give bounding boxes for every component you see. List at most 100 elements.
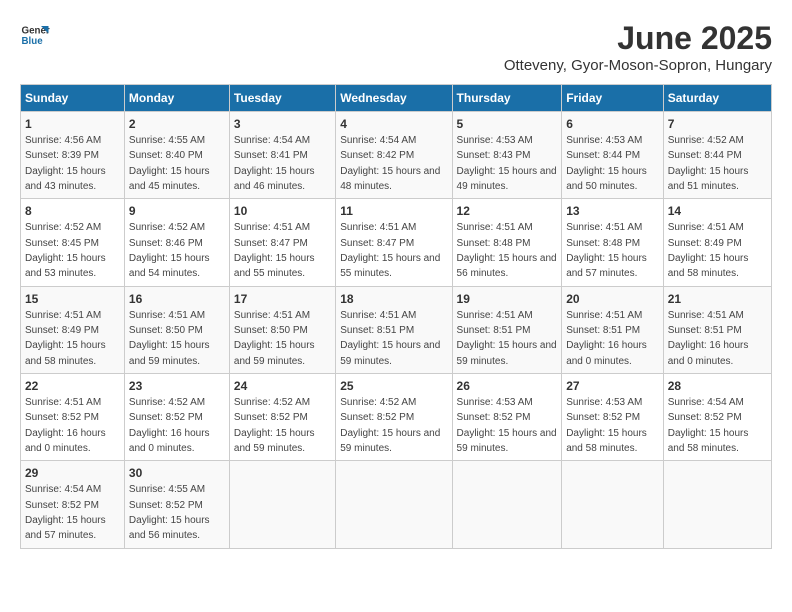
header-row: SundayMondayTuesdayWednesdayThursdayFrid… bbox=[21, 85, 772, 112]
cell-info: Sunrise: 4:53 AMSunset: 8:44 PMDaylight:… bbox=[566, 135, 647, 192]
calendar-cell: 29 Sunrise: 4:54 AMSunset: 8:52 PMDayligh… bbox=[21, 461, 125, 548]
calendar-cell: 8Sunrise: 4:52 AMSunset: 8:45 PMDaylight… bbox=[21, 199, 125, 286]
day-number: 30 bbox=[129, 465, 225, 482]
calendar-cell: 26 Sunrise: 4:53 AMSunset: 8:52 PMDayligh… bbox=[452, 374, 562, 461]
col-header-sunday: Sunday bbox=[21, 85, 125, 112]
week-row-2: 8Sunrise: 4:52 AMSunset: 8:45 PMDaylight… bbox=[21, 199, 772, 286]
day-number: 28 bbox=[668, 378, 767, 395]
day-number: 11 bbox=[340, 203, 447, 220]
cell-info: Sunrise: 4:52 AMSunset: 8:46 PMDaylight:… bbox=[129, 222, 210, 279]
calendar-cell: 17 Sunrise: 4:51 AMSunset: 8:50 PMDayligh… bbox=[229, 286, 335, 373]
calendar-cell: 22 Sunrise: 4:51 AMSunset: 8:52 PMDayligh… bbox=[21, 374, 125, 461]
col-header-monday: Monday bbox=[124, 85, 229, 112]
day-number: 9 bbox=[129, 203, 225, 220]
cell-info: Sunrise: 4:56 AMSunset: 8:39 PMDaylight:… bbox=[25, 135, 106, 192]
calendar-cell: 2 Sunrise: 4:55 AMSunset: 8:40 PMDaylight… bbox=[124, 112, 229, 199]
calendar-cell: 16 Sunrise: 4:51 AMSunset: 8:50 PMDayligh… bbox=[124, 286, 229, 373]
day-number: 13 bbox=[566, 203, 659, 220]
calendar-cell: 10Sunrise: 4:51 AMSunset: 8:47 PMDayligh… bbox=[229, 199, 335, 286]
day-number: 19 bbox=[457, 291, 558, 308]
calendar-cell: 25 Sunrise: 4:52 AMSunset: 8:52 PMDayligh… bbox=[336, 374, 452, 461]
week-row-1: 1Sunrise: 4:56 AMSunset: 8:39 PMDaylight… bbox=[21, 112, 772, 199]
cell-info: Sunrise: 4:51 AMSunset: 8:48 PMDaylight:… bbox=[457, 222, 557, 279]
cell-info: Sunrise: 4:52 AMSunset: 8:52 PMDaylight:… bbox=[340, 397, 440, 454]
calendar-cell bbox=[229, 461, 335, 548]
cell-info: Sunrise: 4:51 AMSunset: 8:48 PMDaylight:… bbox=[566, 222, 647, 279]
day-number: 6 bbox=[566, 116, 659, 133]
calendar-cell: 9 Sunrise: 4:52 AMSunset: 8:46 PMDaylight… bbox=[124, 199, 229, 286]
day-number: 15 bbox=[25, 291, 120, 308]
day-number: 26 bbox=[457, 378, 558, 395]
cell-info: Sunrise: 4:52 AMSunset: 8:44 PMDaylight:… bbox=[668, 135, 749, 192]
cell-info: Sunrise: 4:55 AMSunset: 8:40 PMDaylight:… bbox=[129, 135, 210, 192]
cell-info: Sunrise: 4:52 AMSunset: 8:45 PMDaylight:… bbox=[25, 222, 106, 279]
calendar-cell bbox=[562, 461, 664, 548]
day-number: 5 bbox=[457, 116, 558, 133]
cell-info: Sunrise: 4:54 AMSunset: 8:42 PMDaylight:… bbox=[340, 135, 440, 192]
day-number: 18 bbox=[340, 291, 447, 308]
week-row-3: 15Sunrise: 4:51 AMSunset: 8:49 PMDayligh… bbox=[21, 286, 772, 373]
calendar-cell: 13 Sunrise: 4:51 AMSunset: 8:48 PMDayligh… bbox=[562, 199, 664, 286]
week-row-5: 29 Sunrise: 4:54 AMSunset: 8:52 PMDayligh… bbox=[21, 461, 772, 548]
calendar-cell: 24Sunrise: 4:52 AMSunset: 8:52 PMDayligh… bbox=[229, 374, 335, 461]
day-number: 3 bbox=[234, 116, 331, 133]
day-number: 4 bbox=[340, 116, 447, 133]
cell-info: Sunrise: 4:52 AMSunset: 8:52 PMDaylight:… bbox=[234, 397, 315, 454]
calendar-cell: 12 Sunrise: 4:51 AMSunset: 8:48 PMDayligh… bbox=[452, 199, 562, 286]
calendar-cell: 18 Sunrise: 4:51 AMSunset: 8:51 PMDayligh… bbox=[336, 286, 452, 373]
calendar-cell: 23Sunrise: 4:52 AMSunset: 8:52 PMDayligh… bbox=[124, 374, 229, 461]
page-title: June 2025 bbox=[504, 20, 772, 57]
header: General Blue June 2025 Otteveny, Gyor-Mo… bbox=[20, 20, 772, 74]
day-number: 10 bbox=[234, 203, 331, 220]
col-header-tuesday: Tuesday bbox=[229, 85, 335, 112]
day-number: 17 bbox=[234, 291, 331, 308]
calendar-cell: 27Sunrise: 4:53 AMSunset: 8:52 PMDayligh… bbox=[562, 374, 664, 461]
calendar-table: SundayMondayTuesdayWednesdayThursdayFrid… bbox=[20, 84, 772, 549]
calendar-cell bbox=[336, 461, 452, 548]
cell-info: Sunrise: 4:51 AMSunset: 8:49 PMDaylight:… bbox=[668, 222, 749, 279]
day-number: 27 bbox=[566, 378, 659, 395]
day-number: 20 bbox=[566, 291, 659, 308]
cell-info: Sunrise: 4:54 AMSunset: 8:52 PMDaylight:… bbox=[25, 484, 106, 541]
cell-info: Sunrise: 4:51 AMSunset: 8:52 PMDaylight:… bbox=[25, 397, 106, 454]
calendar-cell: 11 Sunrise: 4:51 AMSunset: 8:47 PMDayligh… bbox=[336, 199, 452, 286]
calendar-cell: 15Sunrise: 4:51 AMSunset: 8:49 PMDayligh… bbox=[21, 286, 125, 373]
col-header-saturday: Saturday bbox=[663, 85, 771, 112]
calendar-cell bbox=[452, 461, 562, 548]
day-number: 22 bbox=[25, 378, 120, 395]
cell-info: Sunrise: 4:51 AMSunset: 8:50 PMDaylight:… bbox=[234, 310, 315, 367]
calendar-cell: 20Sunrise: 4:51 AMSunset: 8:51 PMDayligh… bbox=[562, 286, 664, 373]
cell-info: Sunrise: 4:52 AMSunset: 8:52 PMDaylight:… bbox=[129, 397, 210, 454]
day-number: 14 bbox=[668, 203, 767, 220]
day-number: 29 bbox=[25, 465, 120, 482]
cell-info: Sunrise: 4:53 AMSunset: 8:52 PMDaylight:… bbox=[457, 397, 557, 454]
calendar-cell: 6 Sunrise: 4:53 AMSunset: 8:44 PMDaylight… bbox=[562, 112, 664, 199]
calendar-cell: 21 Sunrise: 4:51 AMSunset: 8:51 PMDayligh… bbox=[663, 286, 771, 373]
calendar-cell: 28 Sunrise: 4:54 AMSunset: 8:52 PMDayligh… bbox=[663, 374, 771, 461]
col-header-thursday: Thursday bbox=[452, 85, 562, 112]
logo: General Blue bbox=[20, 20, 50, 50]
cell-info: Sunrise: 4:54 AMSunset: 8:41 PMDaylight:… bbox=[234, 135, 315, 192]
col-header-wednesday: Wednesday bbox=[336, 85, 452, 112]
calendar-cell: 3 Sunrise: 4:54 AMSunset: 8:41 PMDaylight… bbox=[229, 112, 335, 199]
cell-info: Sunrise: 4:51 AMSunset: 8:51 PMDaylight:… bbox=[340, 310, 440, 367]
day-number: 2 bbox=[129, 116, 225, 133]
day-number: 21 bbox=[668, 291, 767, 308]
calendar-cell: 5Sunrise: 4:53 AMSunset: 8:43 PMDaylight… bbox=[452, 112, 562, 199]
col-header-friday: Friday bbox=[562, 85, 664, 112]
cell-info: Sunrise: 4:51 AMSunset: 8:47 PMDaylight:… bbox=[340, 222, 440, 279]
cell-info: Sunrise: 4:51 AMSunset: 8:51 PMDaylight:… bbox=[668, 310, 749, 367]
calendar-cell: 14 Sunrise: 4:51 AMSunset: 8:49 PMDayligh… bbox=[663, 199, 771, 286]
title-area: June 2025 Otteveny, Gyor-Moson-Sopron, H… bbox=[504, 20, 772, 74]
cell-info: Sunrise: 4:54 AMSunset: 8:52 PMDaylight:… bbox=[668, 397, 749, 454]
calendar-cell: 4 Sunrise: 4:54 AMSunset: 8:42 PMDaylight… bbox=[336, 112, 452, 199]
cell-info: Sunrise: 4:51 AMSunset: 8:50 PMDaylight:… bbox=[129, 310, 210, 367]
cell-info: Sunrise: 4:55 AMSunset: 8:52 PMDaylight:… bbox=[129, 484, 210, 541]
page-subtitle: Otteveny, Gyor-Moson-Sopron, Hungary bbox=[504, 57, 772, 74]
day-number: 16 bbox=[129, 291, 225, 308]
calendar-cell: 19 Sunrise: 4:51 AMSunset: 8:51 PMDayligh… bbox=[452, 286, 562, 373]
day-number: 25 bbox=[340, 378, 447, 395]
day-number: 7 bbox=[668, 116, 767, 133]
day-number: 12 bbox=[457, 203, 558, 220]
cell-info: Sunrise: 4:51 AMSunset: 8:51 PMDaylight:… bbox=[457, 310, 557, 367]
